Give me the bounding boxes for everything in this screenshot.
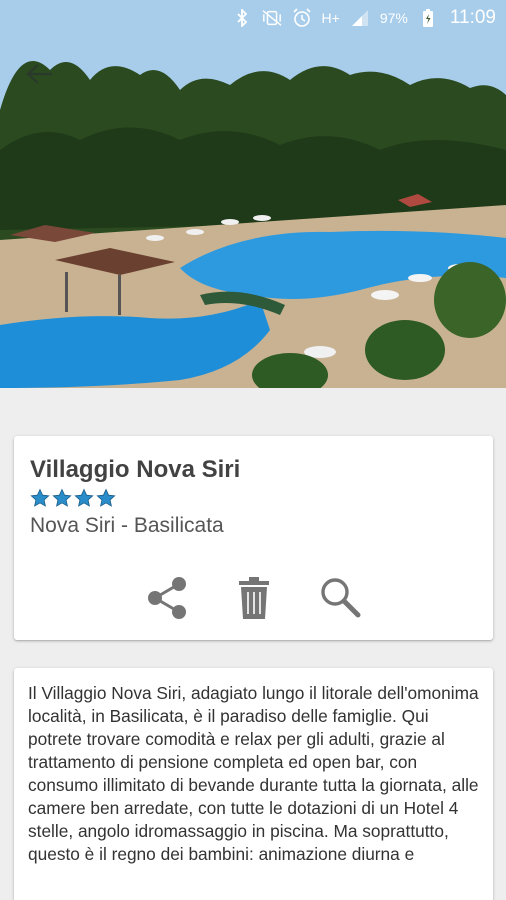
star-icon [52,488,72,507]
battery-icon [418,8,438,28]
search-button[interactable] [317,572,363,624]
description-card: Il Villaggio Nova Siri, adagiato lungo i… [14,668,493,900]
star-icon [96,488,116,507]
share-icon [147,577,186,619]
star-rating [30,488,116,508]
network-type: H+ [321,10,340,26]
battery-percent: 97% [379,10,408,26]
description-text: Il Villaggio Nova Siri, adagiato lungo i… [28,683,479,864]
hotel-location: Nova Siri - Basilicata [30,514,224,537]
hotel-photo [0,0,506,388]
action-bar [14,572,493,624]
alarm-icon [292,8,312,28]
delete-button[interactable] [231,572,277,624]
star-icon [74,488,94,507]
star-icon [30,488,50,507]
clock: 11:09 [449,7,496,28]
status-bar: H+ 97% 11:09 [0,0,506,36]
search-icon [320,578,360,618]
hotel-title: Villaggio Nova Siri [30,456,241,483]
back-arrow-icon[interactable] [24,62,54,86]
bluetooth-icon [232,8,252,28]
vibrate-off-icon [261,8,282,28]
signal-icon [350,8,370,28]
share-button[interactable] [145,572,191,624]
trash-icon [238,577,269,619]
hotel-info-card: Villaggio Nova Siri Nova Siri - Basilica… [14,436,493,640]
